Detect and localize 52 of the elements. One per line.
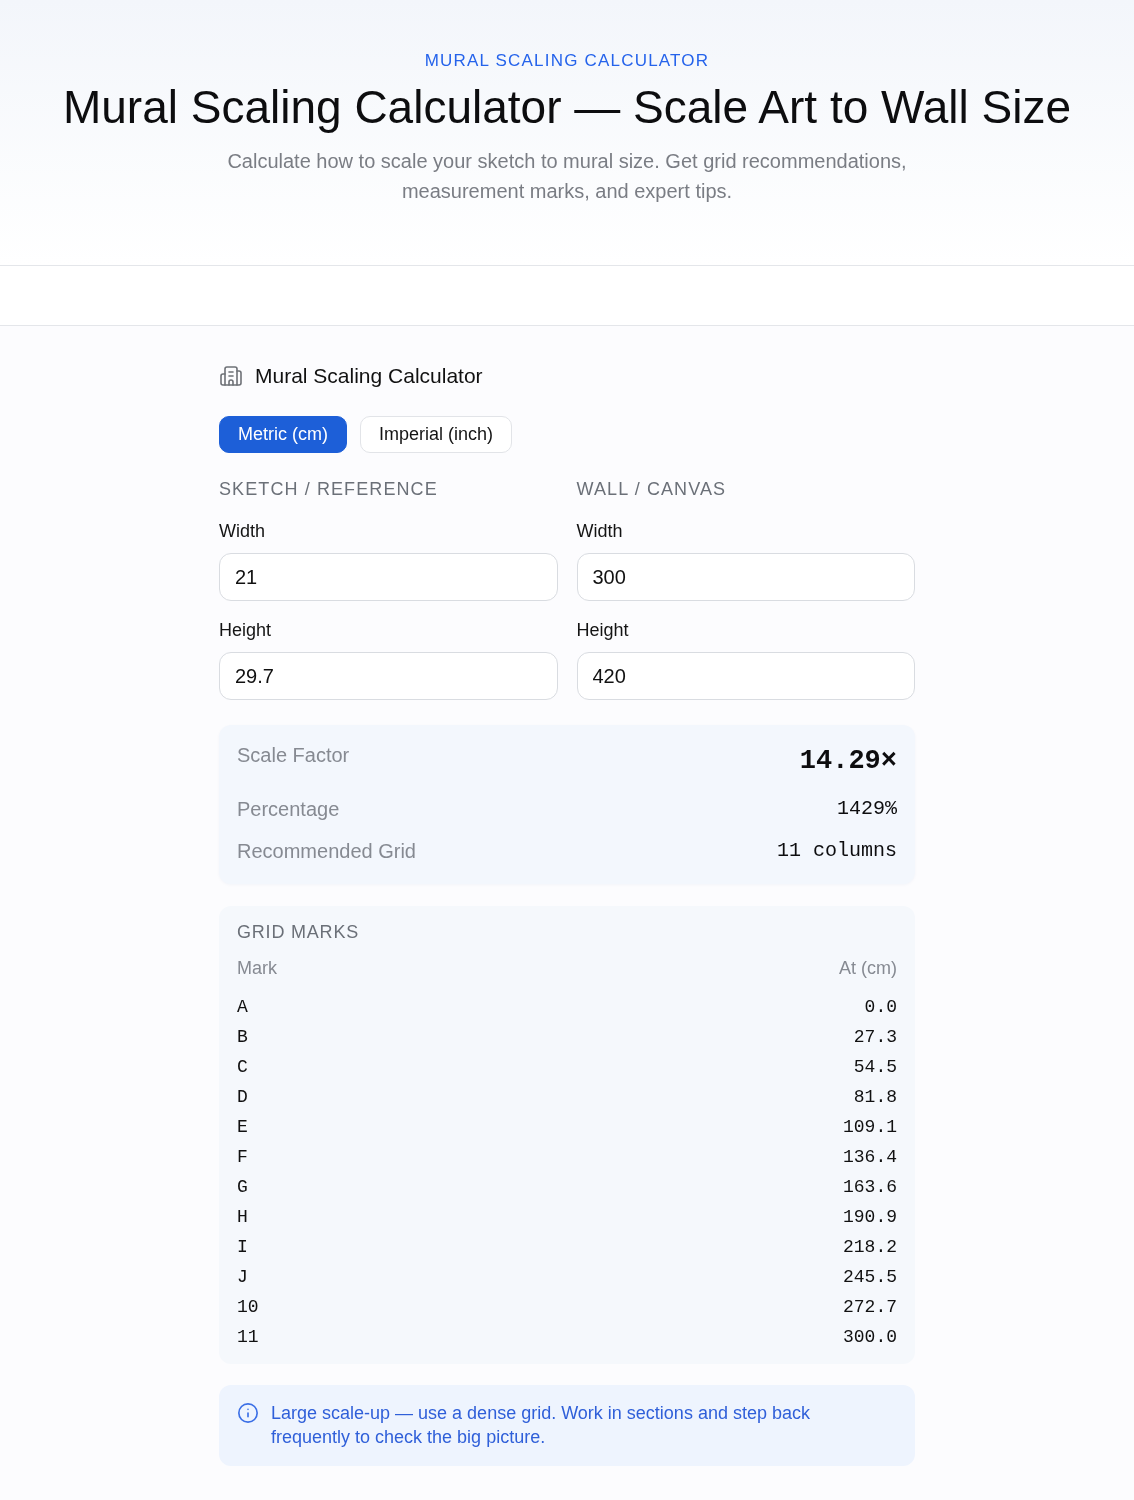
field-label: Width (576, 520, 623, 543)
table-cell-text: 109.1 (843, 1116, 897, 1139)
table-cell-text: 190.9 (843, 1206, 897, 1229)
table-cell-text: 0.0 (864, 996, 897, 1019)
table-cell-text: A (237, 996, 248, 1019)
info-icon (237, 1402, 259, 1424)
table-cell-text: 218.2 (843, 1236, 897, 1259)
input-field[interactable]: 21 (219, 553, 558, 601)
tip-text: Large scale-up — use a dense grid. Work in sections and step back frequently to check the big picture. (271, 1402, 811, 1449)
unit-tab[interactable]: Imperial (inch) (360, 416, 512, 453)
panel-heading: GRID MARKS (237, 921, 360, 944)
field-label: Width (219, 520, 265, 543)
table-cell-text: E (237, 1116, 248, 1139)
table-cell-text: 54.5 (853, 1056, 897, 1079)
group-heading: SKETCH / REFERENCE (219, 478, 439, 501)
table-cell-text: 245.5 (843, 1266, 897, 1289)
table-cell-text: 81.8 (853, 1086, 897, 1109)
table-cell-text: H (237, 1206, 248, 1229)
table-cell-text: 136.4 (843, 1146, 897, 1169)
table-cell-text: J (237, 1266, 248, 1289)
result-label: Scale Factor (237, 743, 350, 768)
page-subtitle: Calculate how to scale your sketch to mural size. Get grid recommendations, measurement marks, and expert tips. (226, 149, 908, 204)
calculator-title: Mural Scaling Calculator (255, 363, 483, 389)
table-cell-text: B (237, 1026, 248, 1049)
input-field[interactable]: 420 (576, 652, 915, 700)
table-cell-text: 163.6 (843, 1176, 897, 1199)
column-header: Mark (237, 957, 277, 980)
table-cell-text: 272.7 (843, 1296, 897, 1319)
building-icon (219, 364, 243, 388)
result-label: Percentage (237, 797, 340, 822)
unit-tab[interactable]: Metric (cm) (219, 416, 347, 453)
result-value: 14.29× (799, 745, 897, 778)
table-cell-text: I (237, 1236, 248, 1259)
column-header: At (cm) (839, 957, 897, 980)
field-label: Height (219, 619, 272, 642)
input-field[interactable]: 29.7 (219, 652, 558, 700)
result-value: 1429% (837, 796, 897, 822)
result-label: Recommended Grid (237, 839, 416, 864)
table-cell-text: 11 (237, 1326, 259, 1349)
result-value: 11 columns (776, 838, 897, 864)
group-heading: WALL / CANVAS (576, 478, 728, 501)
page-title: Mural Scaling Calculator — Scale Art to Wall Size (62, 80, 1072, 134)
table-cell-text: F (237, 1146, 248, 1169)
input-field[interactable]: 300 (576, 553, 915, 601)
eyebrow-label: MURAL SCALING CALCULATOR (424, 51, 710, 71)
table-cell-text: G (237, 1176, 248, 1199)
table-cell-text: 27.3 (853, 1026, 897, 1049)
field-label: Height (576, 619, 629, 642)
table-cell-text: D (237, 1086, 248, 1109)
table-cell-text: C (237, 1056, 248, 1079)
table-cell-text: 300.0 (843, 1326, 897, 1349)
table-cell-text: 10 (237, 1296, 259, 1319)
